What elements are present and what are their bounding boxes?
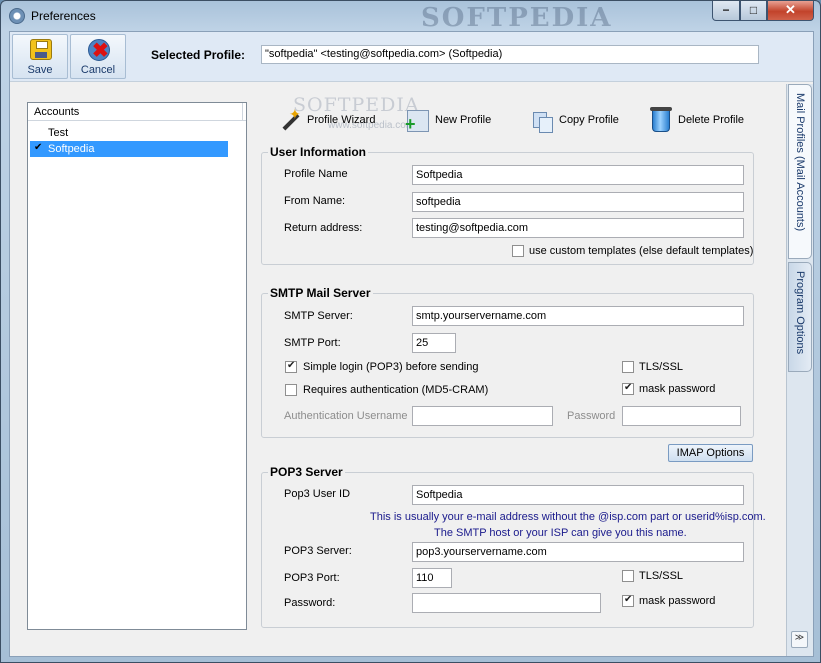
delete-profile-label: Delete Profile [678, 114, 745, 126]
maximize-icon: □ [749, 3, 758, 17]
cancel-button[interactable]: ✖ Cancel [70, 34, 126, 79]
group-title: User Information [268, 145, 369, 159]
pop3-mask-password-label: mask password [639, 595, 716, 607]
profile-wizard-label: Profile Wizard [307, 114, 376, 126]
checkmark-icon: ✔ [34, 142, 43, 153]
pop3-server-group: POP3 Server Pop3 User ID Softpedia This … [261, 465, 766, 628]
custom-templates-label: use custom templates (else default templ… [529, 245, 754, 257]
from-name-input[interactable]: softpedia [412, 192, 744, 212]
return-address-label: Return address: [284, 222, 363, 234]
simple-login-label: Simple login (POP3) before sending [303, 361, 479, 373]
pop3-password-input[interactable] [412, 593, 601, 613]
smtp-password-label: Password [567, 410, 616, 422]
profile-name-label: Profile Name [284, 168, 348, 180]
copy-profile-label: Copy Profile [559, 114, 619, 126]
tab-mail-profiles-label: Mail Profiles (Mail Accounts) [794, 93, 806, 232]
smtp-server-group: SMTP Mail Server SMTP Server: smtp.yours… [261, 286, 754, 438]
pop3-password-label: Password: [284, 597, 336, 609]
pop3-port-label: POP3 Port: [284, 572, 340, 584]
account-label: Softpedia [48, 143, 95, 155]
group-title: SMTP Mail Server [268, 286, 373, 300]
smtp-port-input[interactable]: 25 [412, 333, 456, 353]
smtp-tls-checkbox[interactable] [622, 361, 634, 373]
accounts-list[interactable]: Accounts Test ✔ Softpedia [27, 102, 247, 630]
add-profile-icon [405, 110, 429, 135]
pop3-mask-password-checkbox[interactable] [622, 594, 634, 607]
tab-program-options[interactable]: Program Options [788, 262, 812, 372]
pop3-user-label: Pop3 User ID [284, 488, 351, 500]
watermark-logo: SOFTPEDIA [293, 94, 420, 116]
tab-program-options-label: Program Options [794, 271, 806, 355]
pop3-help-note: This is usually your e-mail address with… [370, 511, 766, 523]
close-button[interactable]: ✕ [767, 1, 814, 21]
chevron-down-icon[interactable]: ≫ [791, 631, 808, 648]
simple-login-checkbox[interactable] [285, 360, 297, 373]
accounts-column-header[interactable]: Accounts [28, 103, 246, 121]
cancel-label: Cancel [80, 64, 116, 76]
smtp-mask-password-label: mask password [639, 383, 716, 395]
pop3-server-label: POP3 Server: [284, 545, 352, 557]
profile-name-input[interactable]: Softpedia [412, 165, 744, 185]
close-icon: ✕ [785, 2, 796, 17]
auth-username-input[interactable] [412, 406, 553, 426]
smtp-mask-password-checkbox[interactable] [622, 382, 634, 395]
pop3-tls-checkbox[interactable] [622, 570, 634, 582]
pop3-help-note: The SMTP host or your ISP can give you t… [434, 527, 687, 539]
save-label: Save [27, 64, 53, 76]
pop3-user-input[interactable]: Softpedia [412, 485, 744, 505]
pop3-server-input[interactable]: pop3.yourservername.com [412, 542, 744, 562]
requires-auth-checkbox[interactable] [285, 384, 297, 396]
smtp-password-input[interactable] [622, 406, 741, 426]
list-item-test[interactable]: Test [30, 125, 228, 141]
list-item-softpedia[interactable]: ✔ Softpedia [30, 141, 228, 157]
account-label: Test [48, 127, 69, 139]
floppy-disk-icon [30, 39, 52, 60]
trash-icon [650, 107, 672, 132]
return-address-input[interactable]: testing@softpedia.com [412, 218, 744, 238]
copy-icon [531, 110, 553, 133]
maximize-button[interactable]: □ [740, 1, 767, 21]
preferences-window: Preferences SOFTPEDIA − □ ✕ Save ✖ Cance… [0, 0, 821, 663]
tab-mail-profiles[interactable]: Mail Profiles (Mail Accounts) [788, 84, 812, 259]
pop3-tls-label: TLS/SSL [639, 570, 684, 582]
selected-profile-label: Selected Profile: [151, 48, 246, 62]
client-area: Save ✖ Cancel Selected Profile: "softped… [9, 31, 814, 657]
smtp-server-input[interactable]: smtp.yourservername.com [412, 306, 744, 326]
group-title: POP3 Server [268, 465, 345, 479]
save-button[interactable]: Save [12, 34, 68, 79]
minimize-icon: − [722, 3, 730, 17]
smtp-port-label: SMTP Port: [284, 337, 341, 349]
title-bar[interactable]: Preferences SOFTPEDIA − □ ✕ [1, 1, 820, 33]
cancel-x-icon: ✖ [88, 39, 110, 62]
new-profile-label: New Profile [435, 114, 492, 126]
gear-icon [9, 8, 25, 24]
imap-options-button[interactable]: IMAP Options [668, 444, 753, 462]
minimize-button[interactable]: − [712, 1, 740, 21]
smtp-server-label: SMTP Server: [284, 310, 353, 322]
selected-profile-field[interactable]: "softpedia" <testing@softpedia.com> (Sof… [261, 45, 759, 64]
toolbar: Save ✖ Cancel Selected Profile: "softped… [10, 32, 813, 82]
auth-username-label: Authentication Username [284, 410, 408, 422]
custom-templates-checkbox[interactable] [512, 245, 524, 257]
pop3-port-input[interactable]: 110 [412, 568, 452, 588]
window-title: Preferences [31, 9, 96, 23]
magic-wand-icon [279, 106, 301, 132]
smtp-tls-label: TLS/SSL [639, 361, 684, 373]
vertical-tab-strip: Mail Profiles (Mail Accounts) Program Op… [786, 84, 813, 656]
requires-auth-label: Requires authentication (MD5-CRAM) [303, 384, 489, 396]
user-information-group: User Information Profile Name Softpedia … [261, 145, 754, 265]
watermark-logo: SOFTPEDIA [421, 3, 613, 33]
from-name-label: From Name: [284, 195, 346, 207]
